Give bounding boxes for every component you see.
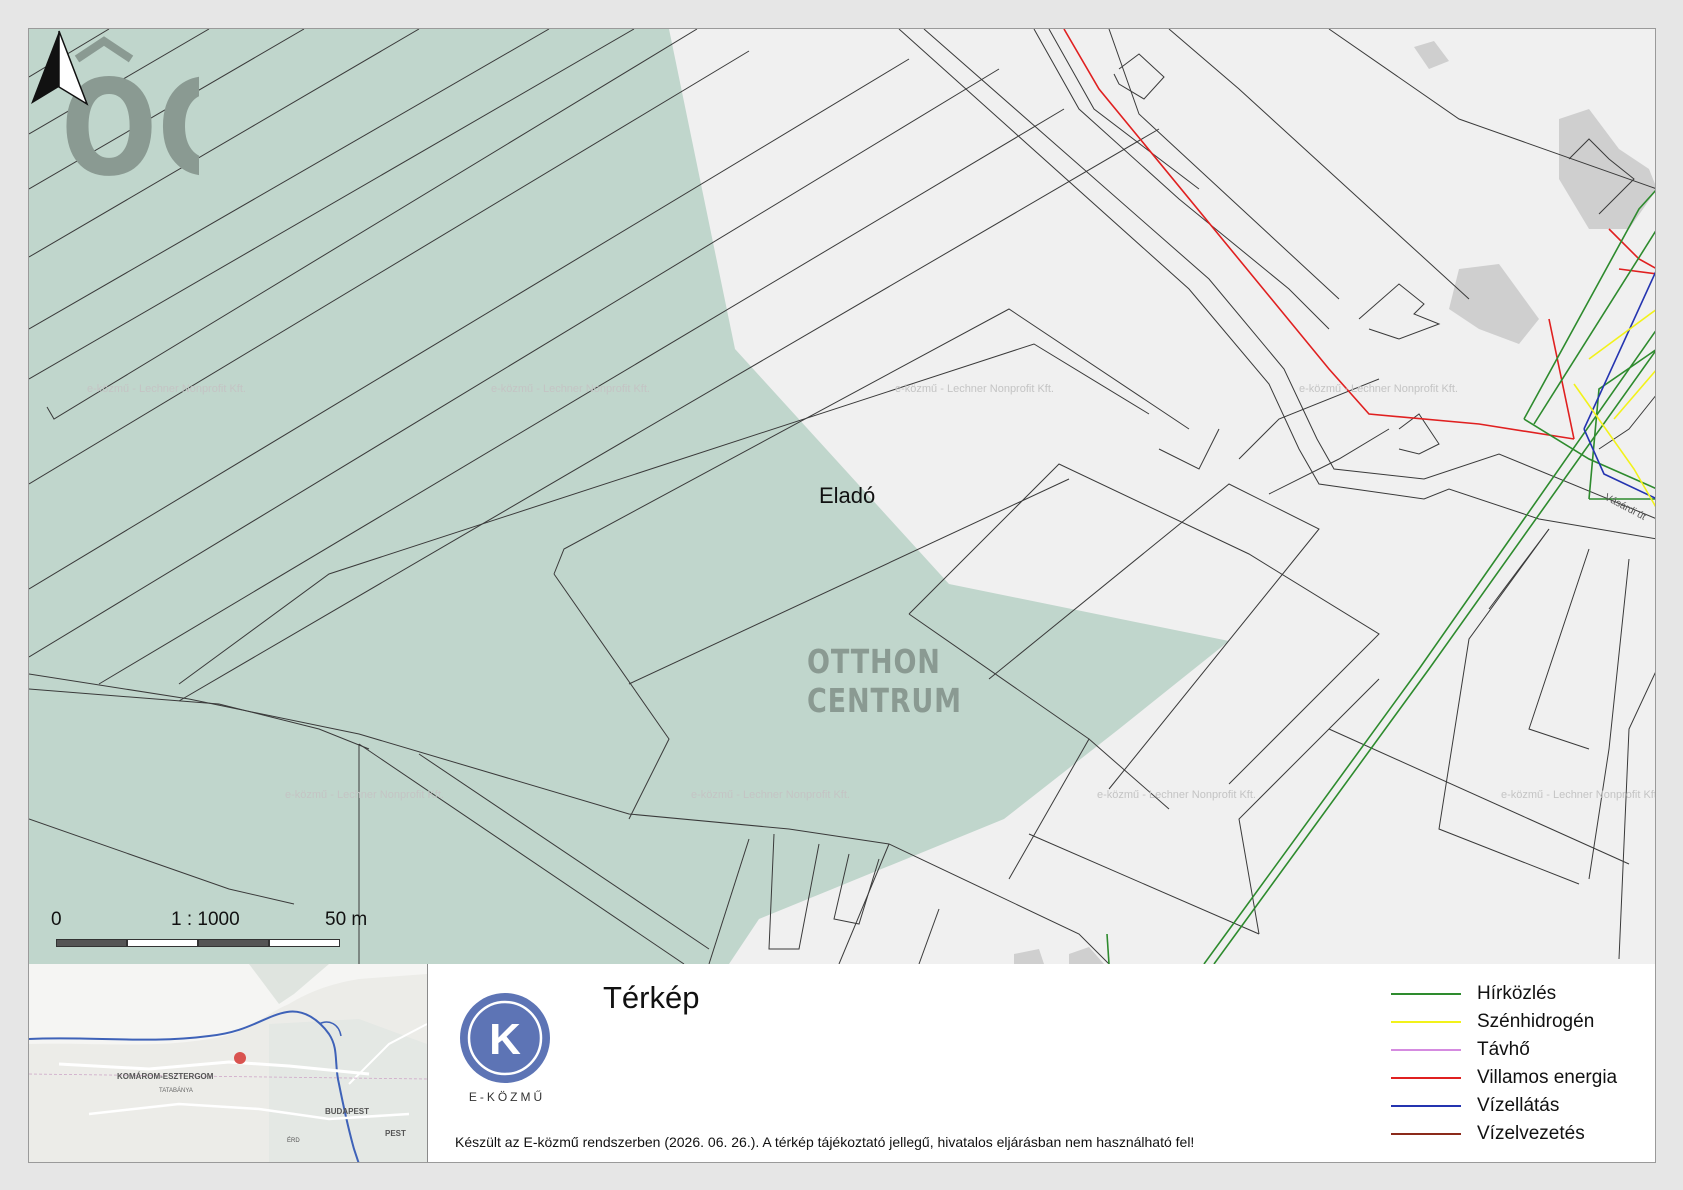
logo-word-otthon: OTTHON — [807, 642, 941, 681]
disclaimer-text: Készült az E-közmű rendszerben (2026. 06… — [455, 1134, 1195, 1150]
street-label: Vásárdi út — [1603, 492, 1648, 523]
legend-swatch — [1391, 993, 1461, 995]
legend-item-tavho: Távhő — [1391, 1036, 1617, 1064]
scale-end-label: 50 m — [325, 909, 368, 930]
north-arrow-icon — [31, 30, 89, 106]
legend-label: Távhő — [1477, 1039, 1530, 1060]
legend-swatch — [1391, 1133, 1461, 1135]
legend-label: Hírközlés — [1477, 983, 1557, 1004]
scale-segment — [269, 939, 340, 947]
map-title: Térkép — [603, 980, 700, 1015]
overview-label: PEST — [385, 1129, 406, 1138]
overview-label: KOMÁROM-ESZTERGOM — [117, 1072, 214, 1081]
highlighted-area — [29, 29, 1229, 964]
map-sheet: Vásárdi út e-közmű - Lechner Nonprofit K… — [28, 28, 1656, 1163]
overview-label: ÉRD — [287, 1137, 300, 1144]
legend-item-szenhidrogen: Szénhidrogén — [1391, 1008, 1617, 1036]
legend-item-hirkozles: Hírközlés — [1391, 980, 1617, 1008]
ekozmu-letter: K — [489, 1015, 521, 1064]
scale-bar — [56, 939, 340, 947]
scale-segment — [127, 939, 198, 947]
legend-swatch — [1391, 1049, 1461, 1051]
legend-swatch — [1391, 1105, 1461, 1107]
listing-label: Eladó — [819, 483, 876, 508]
scale-segment — [198, 939, 269, 947]
overview-label: TATABÁNYA — [159, 1087, 193, 1094]
map-footer: KOMÁROM-ESZTERGOM TATABÁNYA BUDAPEST PES… — [29, 964, 1655, 1162]
legend-item-villamos-energia: Villamos energia — [1391, 1064, 1617, 1092]
overview-map[interactable]: KOMÁROM-ESZTERGOM TATABÁNYA BUDAPEST PES… — [29, 964, 428, 1162]
legend-swatch — [1391, 1077, 1461, 1079]
logo-word-centrum: CENTRUM — [807, 681, 962, 720]
scale-start-label: 0 — [51, 909, 62, 930]
legend: Hírközlés Szénhidrogén Távhő Villamos en… — [1391, 980, 1617, 1148]
legend-swatch — [1391, 1021, 1461, 1023]
overview-map-graphic: KOMÁROM-ESZTERGOM TATABÁNYA BUDAPEST PES… — [29, 964, 427, 1162]
buildings — [1014, 41, 1655, 964]
legend-label: Vízelvezetés — [1477, 1123, 1585, 1144]
overview-label: BUDAPEST — [325, 1107, 369, 1116]
legend-label: Villamos energia — [1477, 1067, 1618, 1088]
legend-item-vizellatas: Vízellátás — [1391, 1092, 1617, 1120]
legend-label: Szénhidrogén — [1477, 1011, 1595, 1032]
legend-item-vizelvezetes: Vízelvezetés — [1391, 1120, 1617, 1148]
ekozmu-wordmark: E-KÖZMŰ — [468, 1090, 546, 1104]
ekozmu-logo: K — [460, 993, 550, 1083]
scale-ratio-label: 1 : 1000 — [171, 909, 240, 930]
scale-segment — [56, 939, 127, 947]
legend-label: Vízellátás — [1477, 1095, 1560, 1116]
map-canvas[interactable]: Vásárdi út e-közmű - Lechner Nonprofit K… — [29, 29, 1655, 965]
